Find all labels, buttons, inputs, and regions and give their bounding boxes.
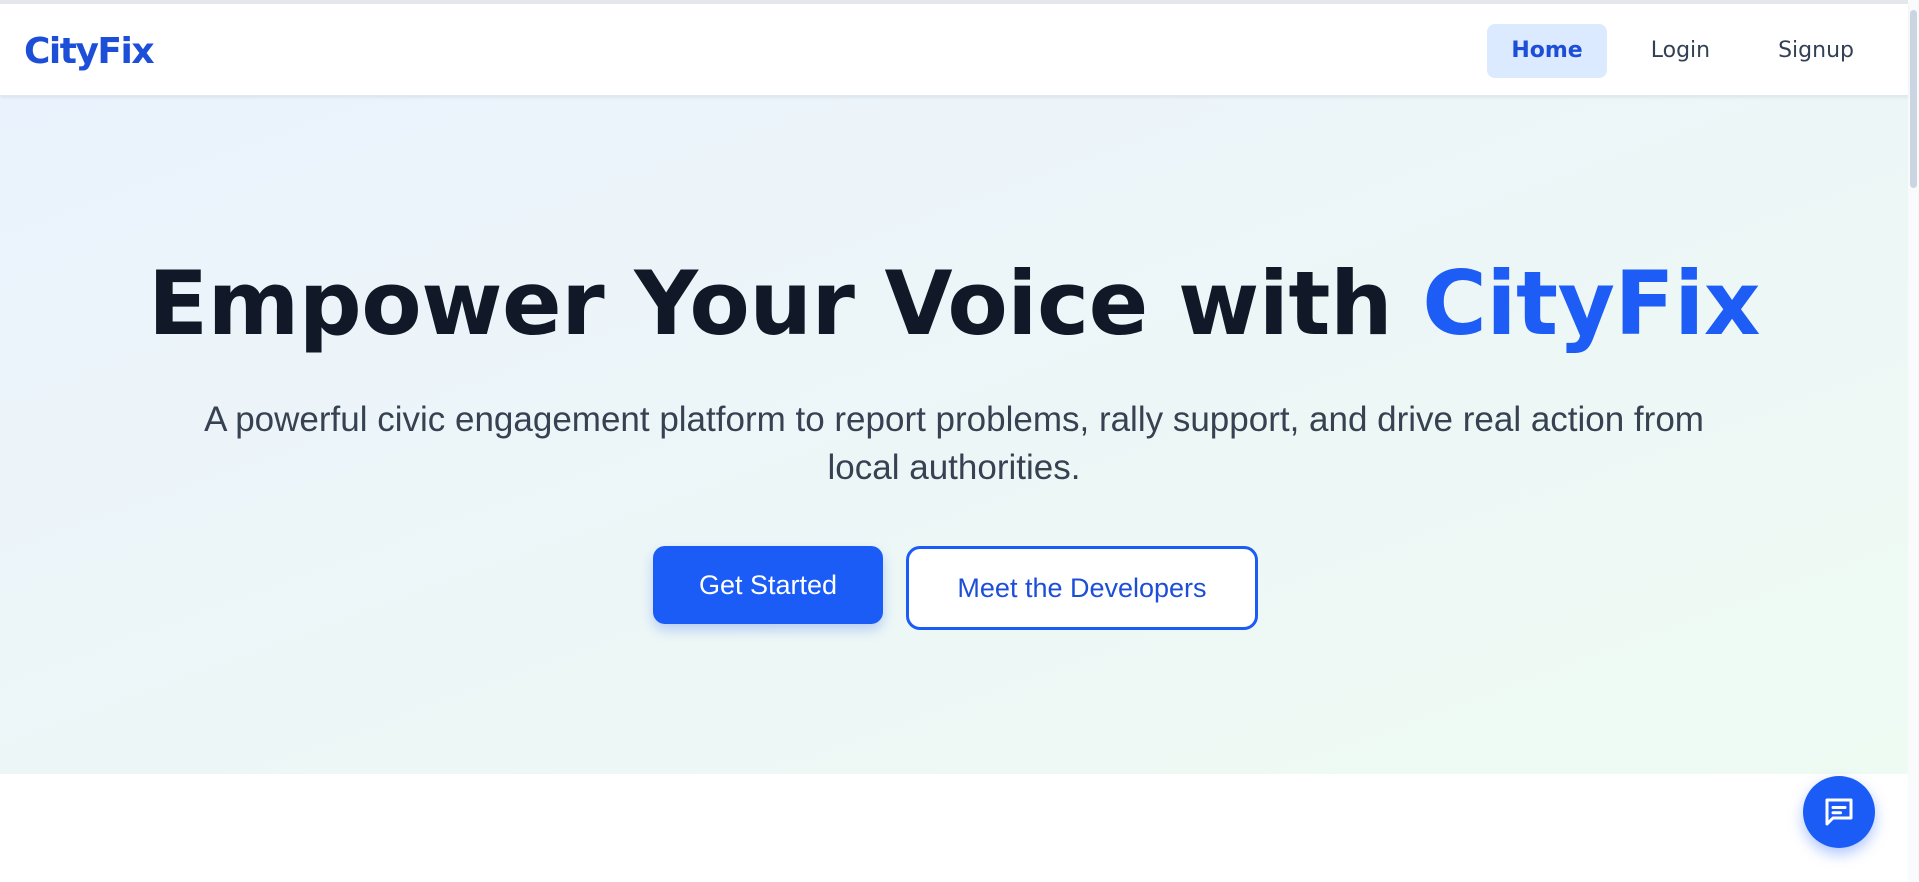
scrollbar-thumb[interactable] bbox=[1910, 10, 1917, 188]
chat-icon bbox=[1825, 798, 1853, 826]
nav-home-link[interactable]: Home bbox=[1487, 24, 1607, 78]
nav-signup-link[interactable]: Signup bbox=[1754, 24, 1878, 78]
hero-title-accent: CityFix bbox=[1422, 252, 1760, 355]
meet-developers-button[interactable]: Meet the Developers bbox=[906, 546, 1258, 630]
navbar: CityFix Home Login Signup bbox=[0, 4, 1908, 96]
hero-title: Empower Your Voice with CityFix bbox=[0, 254, 1908, 354]
hero-section: Empower Your Voice with CityFix A powerf… bbox=[0, 96, 1908, 774]
nav-links: Home Login Signup bbox=[1487, 24, 1878, 78]
chat-button[interactable] bbox=[1803, 776, 1875, 848]
hero-subtitle: A powerful civic engagement platform to … bbox=[204, 400, 1704, 487]
nav-login-link[interactable]: Login bbox=[1627, 24, 1734, 78]
get-started-button[interactable]: Get Started bbox=[653, 546, 883, 624]
hero-title-main: Empower Your Voice with bbox=[148, 252, 1423, 355]
brand-logo[interactable]: CityFix bbox=[24, 30, 155, 74]
scrollbar[interactable] bbox=[1908, 0, 1919, 882]
